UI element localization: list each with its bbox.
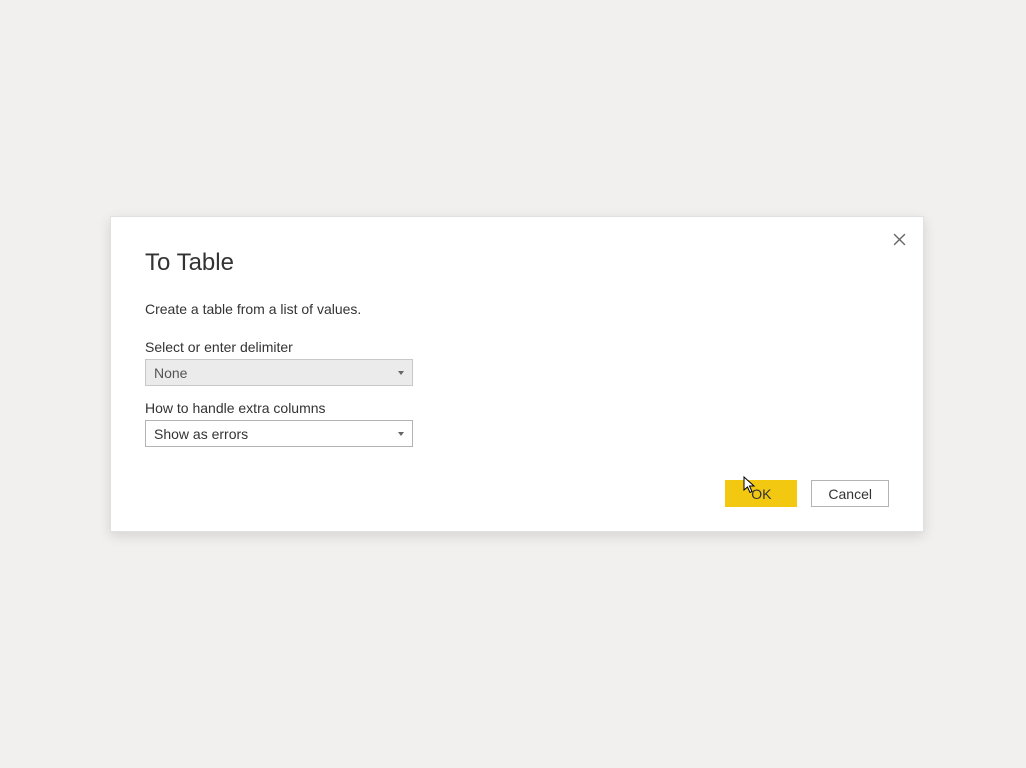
delimiter-dropdown[interactable]: None xyxy=(145,359,413,386)
extra-columns-label: How to handle extra columns xyxy=(145,400,889,416)
ok-button[interactable]: OK xyxy=(725,480,797,507)
chevron-down-icon xyxy=(398,371,404,375)
button-row: OK Cancel xyxy=(725,480,889,507)
extra-columns-value: Show as errors xyxy=(154,426,392,442)
delimiter-value: None xyxy=(154,365,392,381)
dialog-subtitle: Create a table from a list of values. xyxy=(145,301,889,317)
to-table-dialog: To Table Create a table from a list of v… xyxy=(110,216,924,532)
extra-columns-field-group: How to handle extra columns Show as erro… xyxy=(145,400,889,447)
delimiter-field-group: Select or enter delimiter None xyxy=(145,339,889,386)
delimiter-label: Select or enter delimiter xyxy=(145,339,889,355)
cancel-button[interactable]: Cancel xyxy=(811,480,889,507)
close-icon xyxy=(893,233,906,246)
extra-columns-dropdown[interactable]: Show as errors xyxy=(145,420,413,447)
dialog-title: To Table xyxy=(145,249,889,277)
dialog-content: To Table Create a table from a list of v… xyxy=(111,217,923,485)
close-button[interactable] xyxy=(887,227,911,251)
chevron-down-icon xyxy=(398,432,404,436)
